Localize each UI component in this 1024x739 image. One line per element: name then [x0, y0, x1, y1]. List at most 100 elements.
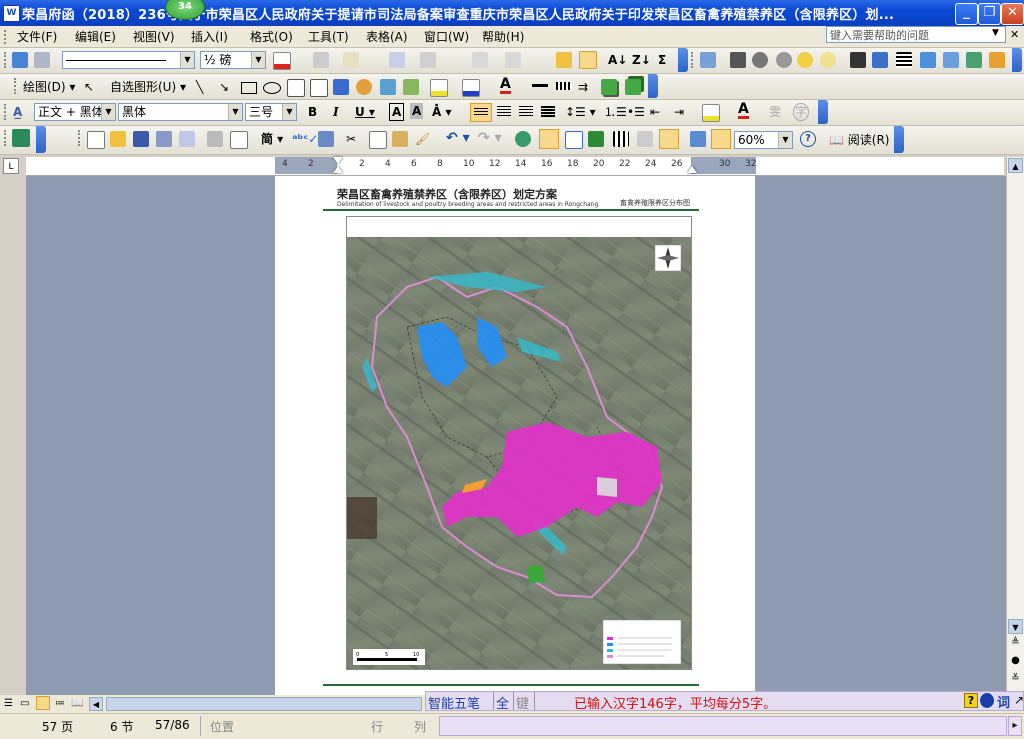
- print-preview-icon[interactable]: [230, 131, 248, 149]
- fill-color-icon[interactable]: [430, 79, 448, 97]
- toolbar-grip[interactable]: [4, 130, 9, 146]
- rectangle-icon[interactable]: [241, 82, 257, 94]
- split-cells-icon[interactable]: [505, 52, 521, 68]
- browse-object-icon[interactable]: ●: [1008, 655, 1023, 670]
- ime-fullwidth-toggle[interactable]: 全: [496, 693, 509, 712]
- first-line-indent-marker[interactable]: [333, 157, 343, 164]
- character-border-icon[interactable]: A: [389, 103, 405, 121]
- show-hide-icon[interactable]: [690, 131, 706, 147]
- text-wrap-icon[interactable]: [943, 52, 959, 68]
- line-weight-select[interactable]: ½ 磅 ▼: [200, 51, 266, 69]
- menu-view[interactable]: 视图(V): [133, 29, 175, 45]
- toolbar-grip[interactable]: [14, 78, 19, 94]
- map-image-frame[interactable]: 0 5 10: [346, 216, 692, 670]
- normal-view-icon[interactable]: ☰: [4, 698, 13, 709]
- crop-icon[interactable]: [850, 52, 866, 68]
- paste-icon[interactable]: [392, 131, 408, 147]
- document-map-toggle[interactable]: [659, 129, 679, 149]
- toolbar-options-icon[interactable]: [818, 100, 828, 124]
- undo-icon[interactable]: ↶ ▾: [446, 130, 470, 146]
- line-spacing-icon[interactable]: ↕☰ ▾: [565, 104, 596, 120]
- paragraph-marks-toggle[interactable]: [711, 129, 731, 149]
- draw-menu-button[interactable]: 绘图(D) ▾: [23, 79, 75, 95]
- tab-selector-icon[interactable]: L: [3, 158, 19, 174]
- next-page-icon[interactable]: ≚: [1008, 673, 1023, 688]
- menu-window[interactable]: 窗口(W): [424, 29, 469, 45]
- tables-borders-button[interactable]: [539, 129, 559, 149]
- autosum-icon[interactable]: Σ: [658, 52, 666, 68]
- save-icon[interactable]: [133, 131, 149, 147]
- character-scaling-icon[interactable]: A̽ ▾: [432, 104, 452, 120]
- menu-help[interactable]: 帮助(H): [482, 29, 524, 45]
- autoshapes-menu-button[interactable]: 自选图形(U) ▾: [110, 79, 186, 95]
- wordart-icon[interactable]: [333, 79, 349, 95]
- spelling-icon[interactable]: ᵃᵇᶜ✓: [292, 131, 318, 147]
- print-layout-view-icon[interactable]: [36, 696, 50, 710]
- restore-button[interactable]: ❐: [978, 3, 1001, 25]
- minimize-button[interactable]: _: [955, 3, 978, 25]
- set-transparent-icon[interactable]: [989, 52, 1005, 68]
- table-autofit-icon[interactable]: [579, 51, 597, 69]
- rotate-icon[interactable]: [872, 52, 888, 68]
- highlight-icon[interactable]: [702, 104, 720, 122]
- right-indent-marker[interactable]: [687, 166, 697, 173]
- brightness-icon[interactable]: [752, 52, 768, 68]
- align-justify-button[interactable]: [470, 103, 492, 122]
- insert-excel-icon[interactable]: [588, 131, 604, 147]
- line-color-icon[interactable]: [462, 79, 480, 97]
- select-objects-icon[interactable]: ↖: [84, 79, 94, 95]
- distributed-button[interactable]: [541, 106, 555, 117]
- merge-cells-icon[interactable]: [472, 52, 488, 68]
- align-right-button[interactable]: [519, 106, 533, 117]
- arrow-icon[interactable]: ↘: [219, 79, 229, 95]
- enclose-characters-icon[interactable]: 字: [793, 103, 810, 121]
- shadow-style-icon[interactable]: [601, 79, 617, 95]
- ime-logo-icon[interactable]: [980, 693, 994, 708]
- redo-icon[interactable]: ↷ ▾: [478, 130, 502, 146]
- line-weight-icon[interactable]: [532, 84, 548, 87]
- previous-page-icon[interactable]: ≜: [1008, 637, 1023, 652]
- menu-format[interactable]: 格式(O): [250, 29, 293, 45]
- ime-keyboard-toggle[interactable]: 键: [516, 693, 529, 712]
- autoformat-icon[interactable]: [556, 52, 572, 68]
- zoom-select[interactable]: 60% ▼: [734, 131, 793, 149]
- align-center-button[interactable]: [497, 106, 511, 117]
- shading-icon[interactable]: [343, 52, 359, 68]
- horizontal-ruler[interactable]: 4 2 2 4 6 8 10 12 14 16 18 20 22 24 26 30 32: [26, 157, 1004, 176]
- new-document-icon[interactable]: [87, 131, 105, 149]
- edit-icon[interactable]: [12, 52, 28, 68]
- edit-points-icon[interactable]: [34, 52, 50, 68]
- hyperlink-icon[interactable]: [515, 131, 531, 147]
- read-mode-button[interactable]: 📖 阅读(R): [829, 132, 889, 148]
- menu-table[interactable]: 表格(A): [366, 29, 408, 45]
- help-search-input[interactable]: 键入需要帮助的问题: [826, 26, 1006, 43]
- underline-button[interactable]: U ▾: [355, 104, 375, 120]
- line-style-select[interactable]: ▼: [62, 51, 195, 69]
- line-icon[interactable]: ╲: [196, 79, 203, 95]
- toolbar-options-icon[interactable]: [648, 74, 658, 98]
- columns-icon[interactable]: [613, 131, 629, 147]
- border-icon[interactable]: [313, 52, 329, 68]
- ime-mode-label[interactable]: 智能五笔: [428, 693, 480, 712]
- sun-icon[interactable]: [797, 52, 813, 68]
- toolbar-grip[interactable]: [4, 52, 9, 68]
- format-painter-icon[interactable]: 🖌: [415, 131, 430, 147]
- cut-icon[interactable]: ✂: [346, 131, 356, 147]
- horizontal-scroll-thumb[interactable]: [106, 697, 422, 711]
- brightness-less-icon[interactable]: [776, 52, 792, 68]
- font-color-icon[interactable]: A: [738, 102, 749, 119]
- scroll-up-button[interactable]: ▲: [1008, 158, 1023, 173]
- close-button[interactable]: ✕: [1001, 3, 1024, 25]
- format-picture-icon[interactable]: [966, 52, 982, 68]
- clipart-icon[interactable]: [380, 79, 396, 95]
- text-box-icon[interactable]: [287, 79, 305, 97]
- diagram-icon[interactable]: [356, 79, 372, 95]
- bold-button[interactable]: B: [308, 104, 317, 120]
- toolbar-options-icon[interactable]: [36, 126, 46, 153]
- left-indent-marker[interactable]: [333, 166, 343, 173]
- italic-button[interactable]: I: [333, 104, 339, 120]
- help-dropdown-icon[interactable]: ▼: [992, 28, 999, 38]
- increase-indent-icon[interactable]: ⇥: [674, 104, 684, 120]
- align-icon[interactable]: [420, 52, 436, 68]
- bullets-icon[interactable]: •☰: [627, 104, 645, 120]
